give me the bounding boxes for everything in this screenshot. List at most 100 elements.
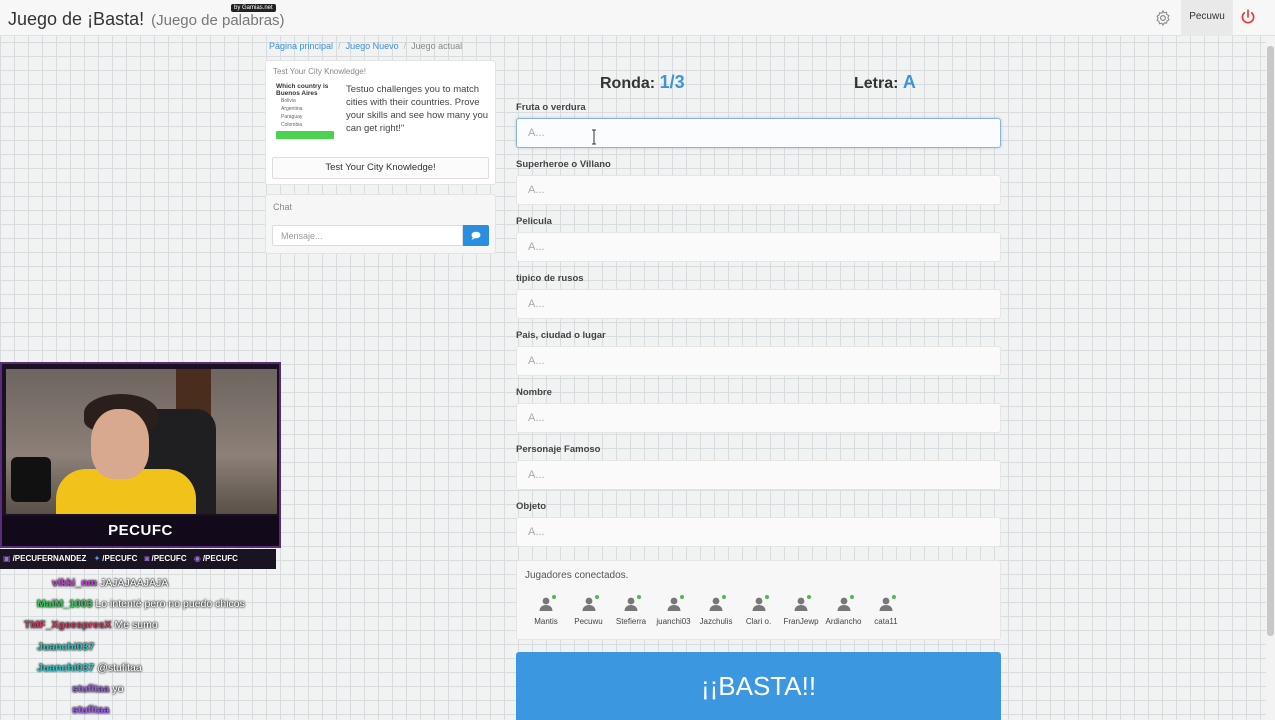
ad-title: Test Your City Knowledge!: [273, 67, 366, 76]
online-indicator: [637, 595, 641, 599]
basta-button[interactable]: ¡¡BASTA!!: [516, 652, 1001, 720]
twitch-icon: ▣: [3, 554, 11, 563]
stream-chat-text: Lo intenté pero no puedo chicos: [95, 598, 245, 611]
player-avatar: juanchi03: [654, 595, 694, 626]
text-cursor-icon: [592, 129, 596, 145]
player-avatar: Stefierra: [611, 595, 651, 626]
instagram-icon: ◙: [144, 554, 150, 563]
game-subtitle: (Juego de palabras): [151, 12, 285, 29]
player-avatar: cata11: [866, 595, 906, 626]
user-icon: [837, 597, 850, 611]
field-input-nombre[interactable]: A...: [516, 403, 1001, 433]
chat-send-button[interactable]: [463, 225, 489, 246]
stream-chat-message: MaiM_1003 Lo intenté pero no puedo chicos: [37, 598, 245, 610]
stream-chat-message: Juanchi037 @stufitaa: [37, 662, 142, 674]
online-indicator: [594, 595, 599, 599]
stream-chat-user: TMF_XgeespresX: [24, 619, 112, 632]
online-indicator: [764, 595, 769, 599]
ad-thumb-option: Colombia: [281, 122, 303, 128]
field-input-pais[interactable]: A...: [516, 346, 1001, 376]
online-indicator: [679, 595, 684, 599]
field-label: Nombre: [516, 387, 552, 398]
webcam-feed: [6, 369, 277, 514]
player-avatar: Jazchulis: [696, 595, 736, 626]
online-indicator: [849, 595, 854, 599]
player-avatar: Ardiancho: [824, 595, 864, 626]
breadcrumb: Página principal / Juego Nuevo / Juego actua…: [269, 41, 463, 51]
player-name: Mantis: [534, 617, 558, 626]
chat-title: Chat: [273, 202, 293, 212]
ad-thumb-option: Bolivia: [281, 98, 296, 104]
stream-chat-message: vikki_nm JAJAJAAJAJA: [52, 577, 168, 589]
player-name: Stefierra: [615, 617, 647, 626]
chat-bubble-icon: [471, 231, 481, 240]
chat-panel: Chat Mensaje...: [265, 194, 496, 254]
field-label: tipico de rusos: [516, 273, 584, 284]
stream-chat-user: Juanchi037: [37, 640, 95, 653]
ad-thumb-option: Argentina: [281, 106, 303, 112]
field-input-objeto[interactable]: A...: [516, 517, 1001, 547]
breadcrumb-new-game[interactable]: Juego Nuevo: [346, 41, 399, 51]
online-indicator: [722, 595, 726, 599]
online-indicator: [807, 595, 811, 599]
scrollbar-thumb[interactable]: [1267, 46, 1274, 636]
field-input-pelicula[interactable]: A...: [516, 232, 1001, 262]
ad-thumb-option: Paraguay: [281, 114, 303, 120]
player-avatar: FranJewp: [781, 595, 821, 626]
tiktok-icon: ◉: [193, 554, 201, 563]
player-name: Ardiancho: [825, 617, 862, 626]
gear-icon[interactable]: [1154, 9, 1172, 27]
ad-thumb-button: [276, 131, 334, 139]
ad-thumbnail[interactable]: Which country is Buenos Aires Bolivia Ar…: [276, 83, 336, 149]
social-handle: /PECUFC: [151, 554, 187, 563]
online-indicator: [552, 595, 556, 599]
round-value: 1/3: [659, 72, 685, 92]
field-input-personaje[interactable]: A...: [516, 460, 1001, 490]
online-indicator: [892, 595, 896, 599]
stream-chat-message: stufitaa yo: [72, 683, 123, 695]
ad-button[interactable]: Test Your City Knowledge!: [272, 157, 489, 179]
letter-label: Letra:: [854, 75, 899, 92]
field-label: Superheroe o Villano: [516, 159, 611, 170]
player-avatar: Mantis: [526, 595, 566, 626]
chat-message-input[interactable]: Mensaje...: [272, 225, 463, 246]
field-label: Pais, ciudad o lugar: [516, 330, 606, 341]
page-title: Juego de ¡Basta! (Juego de palabras): [8, 9, 285, 30]
letter-indicator: Letra: A: [854, 72, 916, 93]
page-scrollbar[interactable]: [1266, 36, 1275, 720]
breadcrumb-current: Juego actual: [411, 41, 463, 51]
stream-chat-message: stufitaa: [72, 704, 112, 716]
ad-description: Testuo challenges you to match cities wi…: [346, 84, 489, 134]
player-name: Jazchulis: [699, 617, 733, 626]
field-input-rusos[interactable]: A...: [516, 289, 1001, 319]
user-icon: [752, 597, 765, 611]
social-handles-bar: ▣/PECUFERNANDEZ ✦/PECUFC ◙/PECUFC ◉/PECU…: [0, 549, 276, 569]
letter-value: A: [902, 72, 916, 92]
social-handle: /PECUFC: [202, 554, 238, 563]
top-bar: Juego de ¡Basta! (Juego de palabras) by …: [0, 0, 1275, 36]
stream-chat-user: stufitaa: [72, 683, 110, 695]
player-name: juanchi03: [656, 617, 691, 626]
breadcrumb-home[interactable]: Página principal: [269, 41, 333, 51]
connected-players-panel: Jugadores conectados. Mantis Pecuwu Stefie…: [516, 560, 1001, 640]
field-input-fruta[interactable]: A...: [516, 118, 1001, 148]
players-title: Jugadores conectados.: [525, 570, 629, 581]
user-icon: [667, 597, 680, 611]
stream-chat-message: Juanchi037: [37, 641, 97, 653]
social-handle: /PECUFERNANDEZ: [12, 554, 87, 563]
round-indicator: Ronda: 1/3: [600, 72, 685, 93]
game-title: Juego de ¡Basta!: [8, 9, 145, 29]
player-name: FranJewp: [783, 617, 819, 626]
player-name: Clari o.: [745, 617, 772, 626]
user-menu[interactable]: Pecuwu: [1181, 0, 1233, 36]
player-avatar: Clari o.: [739, 595, 779, 626]
field-label: Personaje Famoso: [516, 444, 601, 455]
stream-chat-user: stufitaa: [72, 704, 110, 717]
power-icon[interactable]: [1239, 8, 1257, 26]
player-name: cata11: [874, 617, 898, 626]
field-input-superheroe[interactable]: A...: [516, 175, 1001, 205]
field-label: Objeto: [516, 501, 547, 512]
stream-chat-message: TMF_XgeespresX Me sumo: [24, 619, 158, 631]
twitter-icon: ✦: [93, 554, 101, 563]
player-avatar: Pecuwu: [569, 595, 609, 626]
